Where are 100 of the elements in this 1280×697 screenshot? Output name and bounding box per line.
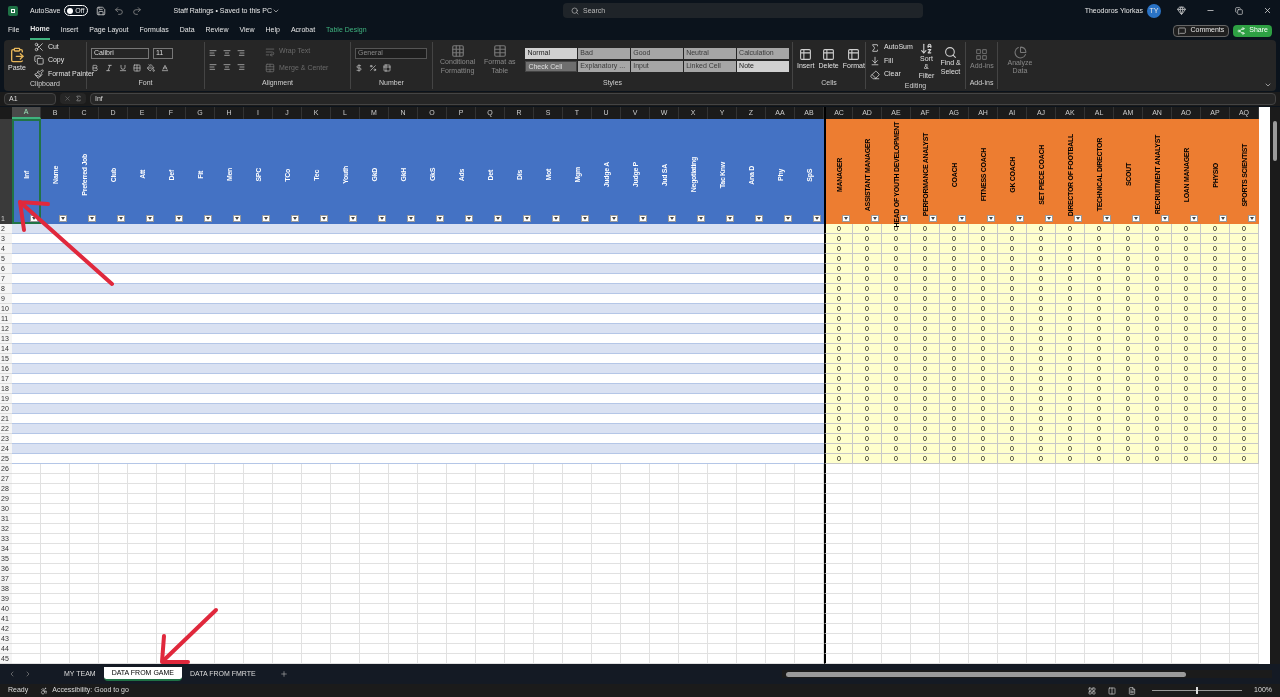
caret-icon xyxy=(1192,217,1196,221)
caret-icon xyxy=(1047,217,1051,221)
caret-icon xyxy=(1221,217,1225,221)
align-left-icon xyxy=(209,62,217,71)
filter-button[interactable] xyxy=(755,215,763,223)
caret-icon xyxy=(1250,217,1254,221)
filter-button[interactable] xyxy=(1248,215,1256,223)
underline-icon xyxy=(119,63,127,72)
caret-icon xyxy=(960,217,964,221)
filter-button[interactable] xyxy=(639,215,647,223)
filter-button[interactable] xyxy=(1132,215,1140,223)
caret-icon xyxy=(583,217,587,221)
filter-button[interactable] xyxy=(175,215,183,223)
caret-icon xyxy=(989,217,993,221)
scissors-icon xyxy=(33,41,44,52)
filter-button[interactable] xyxy=(871,215,879,223)
page-layout-icon xyxy=(1108,686,1117,695)
filter-button[interactable] xyxy=(1161,215,1169,223)
caret-icon xyxy=(1105,217,1109,221)
filter-button[interactable] xyxy=(117,215,125,223)
zoom-slider-thumb[interactable] xyxy=(1196,687,1199,695)
caret-icon xyxy=(1134,217,1138,221)
filter-button[interactable] xyxy=(552,215,560,223)
filter-button[interactable] xyxy=(30,215,38,223)
horizontal-scrollbar[interactable] xyxy=(782,670,1272,679)
filter-button[interactable] xyxy=(581,215,589,223)
filter-button[interactable] xyxy=(378,215,386,223)
filter-button[interactable] xyxy=(59,215,67,223)
filter-button[interactable] xyxy=(987,215,995,223)
save-icon xyxy=(95,5,106,16)
filter-button[interactable] xyxy=(726,215,734,223)
filter-button[interactable] xyxy=(929,215,937,223)
filter-button[interactable] xyxy=(233,215,241,223)
filter-button[interactable] xyxy=(349,215,357,223)
caret-icon xyxy=(206,217,210,221)
table-icon xyxy=(799,48,813,62)
filter-button[interactable] xyxy=(1045,215,1053,223)
caret-icon xyxy=(757,217,761,221)
caret-icon xyxy=(902,217,906,221)
caret-icon xyxy=(873,217,877,221)
caret-icon xyxy=(438,217,442,221)
caret-icon xyxy=(235,217,239,221)
filter-button[interactable] xyxy=(842,215,850,223)
annotation-arrow xyxy=(160,608,218,664)
caret-icon xyxy=(32,217,36,221)
borders-icon xyxy=(133,63,141,72)
filter-button[interactable] xyxy=(465,215,473,223)
caret-icon xyxy=(293,217,297,221)
filter-button[interactable] xyxy=(1103,215,1111,223)
filter-button[interactable] xyxy=(436,215,444,223)
caret-icon xyxy=(467,217,471,221)
grid-icon xyxy=(450,44,465,59)
caret-icon xyxy=(351,217,355,221)
add-sheet-icon xyxy=(279,670,288,679)
caret-icon xyxy=(670,217,674,221)
filter-button[interactable] xyxy=(291,215,299,223)
share-icon xyxy=(1237,26,1246,35)
filter-button[interactable] xyxy=(784,215,792,223)
filter-button[interactable] xyxy=(1016,215,1024,223)
sigma-icon xyxy=(870,42,880,53)
filter-button[interactable] xyxy=(88,215,96,223)
font-color-icon xyxy=(161,63,169,72)
grid-icon xyxy=(975,48,989,62)
filter-button[interactable] xyxy=(610,215,618,223)
align-center-icon xyxy=(223,62,231,71)
caret-icon xyxy=(1163,217,1167,221)
filter-button[interactable] xyxy=(146,215,154,223)
page-break-icon xyxy=(1128,686,1137,695)
filter-button[interactable] xyxy=(900,215,908,223)
filter-button[interactable] xyxy=(262,215,270,223)
filter-button[interactable] xyxy=(813,215,821,223)
caret-icon xyxy=(786,217,790,221)
filter-button[interactable] xyxy=(1190,215,1198,223)
accessibility-icon xyxy=(40,686,49,695)
filter-button[interactable] xyxy=(204,215,212,223)
caret-icon xyxy=(496,217,500,221)
filter-button[interactable] xyxy=(1219,215,1227,223)
caret-icon xyxy=(380,217,384,221)
wrap-text-icon xyxy=(265,46,275,57)
bold-icon xyxy=(91,63,99,72)
caret-icon xyxy=(119,217,123,221)
filter-button[interactable] xyxy=(668,215,676,223)
caret-icon xyxy=(931,217,935,221)
cancel-icon xyxy=(64,95,71,103)
function-icon xyxy=(75,95,82,103)
filter-button[interactable] xyxy=(958,215,966,223)
caret-icon xyxy=(525,217,529,221)
vertical-scrollbar[interactable] xyxy=(1270,107,1280,665)
filter-button[interactable] xyxy=(697,215,705,223)
filter-button[interactable] xyxy=(1074,215,1082,223)
filter-button[interactable] xyxy=(523,215,531,223)
normal-view-icon xyxy=(1088,686,1097,695)
filter-button[interactable] xyxy=(407,215,415,223)
filter-button[interactable] xyxy=(320,215,328,223)
table-icon xyxy=(822,48,836,62)
table-icon xyxy=(492,44,507,59)
filter-button[interactable] xyxy=(494,215,502,223)
table-icon xyxy=(847,48,861,62)
percent-icon xyxy=(369,63,377,72)
fill-icon xyxy=(870,56,880,67)
